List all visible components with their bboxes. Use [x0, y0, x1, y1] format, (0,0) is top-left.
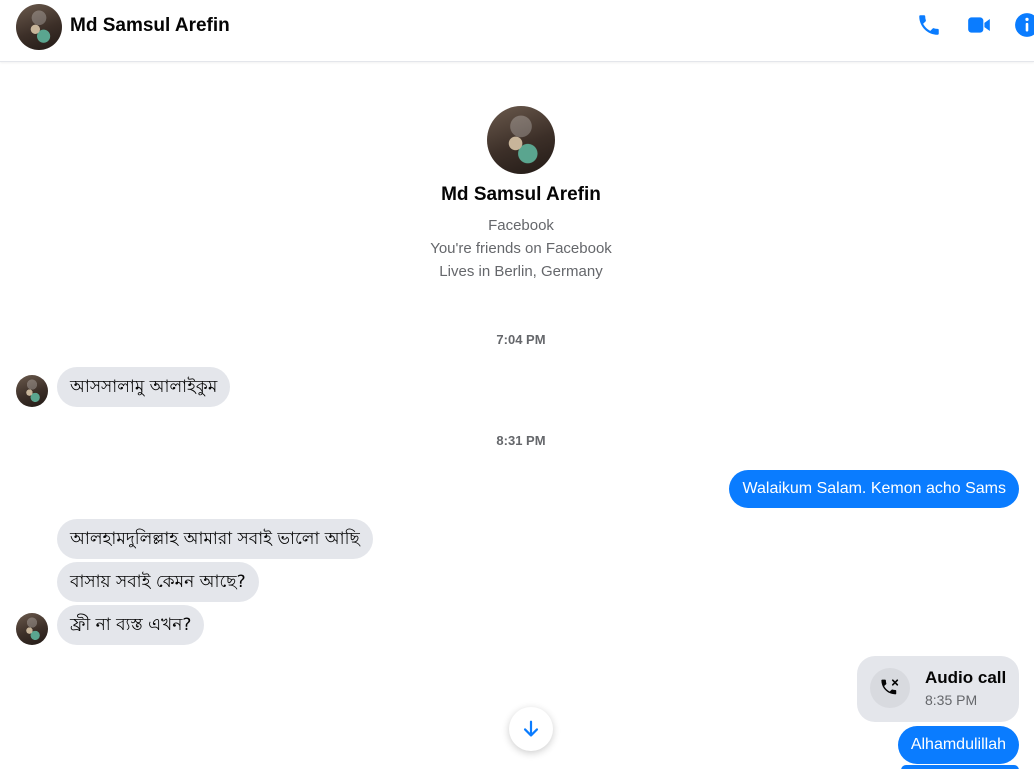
timestamp: 7:04 PM — [496, 332, 546, 347]
arrow-down-icon — [523, 720, 539, 737]
chat-header: Md Samsul Arefin — [0, 0, 1034, 62]
contact-avatar[interactable] — [16, 4, 62, 50]
missed-call-icon — [870, 668, 910, 708]
phone-icon[interactable] — [914, 10, 944, 40]
sender-avatar[interactable] — [16, 375, 48, 407]
call-title: Audio call — [925, 668, 1007, 687]
message-bubble-incoming[interactable]: আসসালামু আলাইকুম — [57, 367, 231, 407]
info-icon[interactable] — [1012, 10, 1034, 40]
message-bubble-incoming[interactable]: বাসায় সবাই কেমন আছে? — [57, 562, 259, 602]
video-camera-icon[interactable] — [964, 10, 994, 40]
profile-location: Lives in Berlin, Germany — [439, 263, 603, 280]
timestamp: 8:31 PM — [496, 433, 546, 448]
profile-source: Facebook — [488, 217, 554, 234]
call-time: 8:35 PM — [925, 692, 978, 708]
scroll-to-bottom-button[interactable] — [509, 707, 553, 751]
message-bubble-outgoing[interactable]: Walaikum Salam. Kemon acho Sams — [729, 470, 1019, 508]
sender-avatar[interactable] — [16, 613, 48, 645]
message-bubble-incoming[interactable]: ফ্রী না ব্যস্ত এখন? — [57, 605, 205, 645]
profile-name: Md Samsul Arefin — [441, 184, 601, 205]
message-bubble-outgoing-partial[interactable] — [901, 765, 1019, 769]
profile-avatar[interactable] — [487, 106, 555, 174]
message-bubble-incoming[interactable]: আলহামদুলিল্লাহ আমারা সবাই ভালো আছি — [57, 519, 373, 559]
message-bubble-outgoing[interactable]: Alhamdulillah — [897, 726, 1019, 764]
contact-profile-summary: Md Samsul Arefin Facebook You're friends… — [0, 106, 1034, 283]
contact-name[interactable]: Md Samsul Arefin — [70, 15, 230, 37]
profile-friendship: You're friends on Facebook — [430, 240, 612, 257]
audio-call-card[interactable]: Audio call 8:35 PM — [857, 656, 1019, 722]
